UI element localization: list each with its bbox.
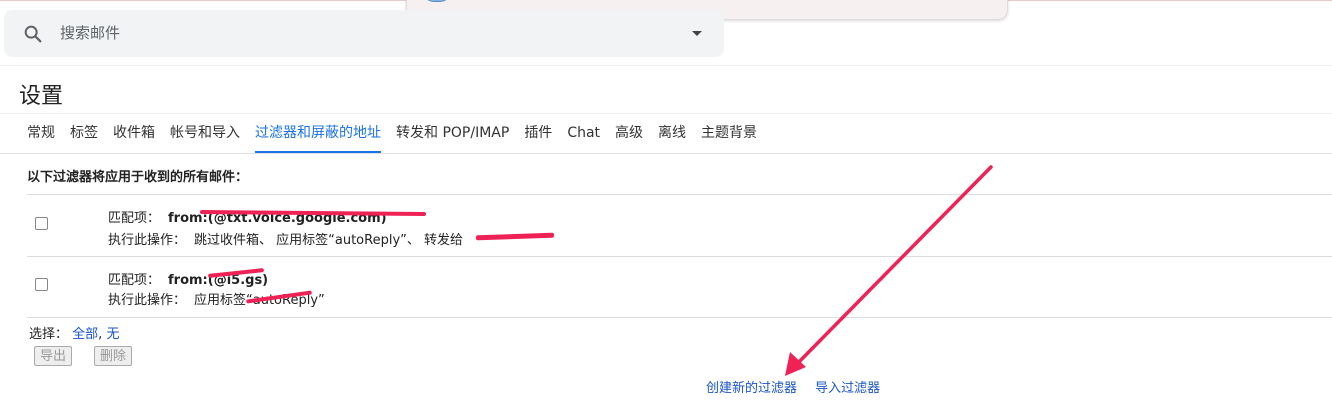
arrow-shaft [791, 165, 993, 370]
annotation-arrow [785, 165, 993, 376]
